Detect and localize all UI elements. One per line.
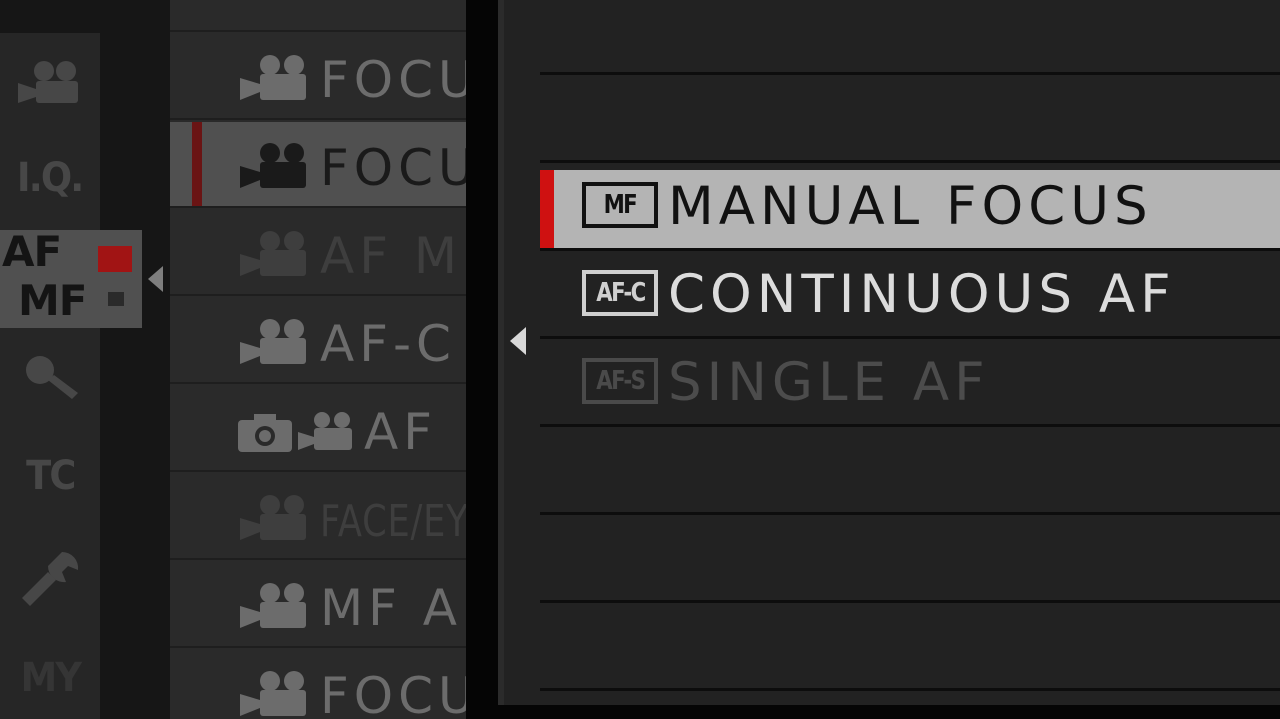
tab-mf-label: MF xyxy=(18,276,87,325)
option-label: SINGLE AF xyxy=(668,352,990,413)
menu-item-label: FOCU xyxy=(320,139,470,197)
tab-my-menu[interactable]: MY xyxy=(0,643,100,713)
movie-camera-icon xyxy=(240,231,306,276)
menu-item-label: AF M xyxy=(320,227,462,285)
option-manual-focus[interactable]: MF MANUAL FOCUS xyxy=(540,170,1280,248)
divider xyxy=(540,424,1280,427)
menu-item-selected[interactable]: FOCU xyxy=(170,122,470,208)
tab-movie[interactable] xyxy=(0,48,100,118)
page-indicator-inactive xyxy=(108,292,124,306)
bottom-bar xyxy=(466,705,1280,719)
option-continuous-af[interactable]: AF-C CONTINUOUS AF xyxy=(540,258,1280,336)
menu-item[interactable]: AF xyxy=(170,386,470,472)
submenu-pointer-arrow xyxy=(510,327,526,355)
panel-separator xyxy=(466,0,500,719)
menu-item-label: FOCU xyxy=(320,51,470,109)
menu-item: AF M xyxy=(170,210,470,296)
tab-timecode[interactable]: TC xyxy=(0,441,100,511)
divider xyxy=(540,248,1280,251)
tab-iq-label: I.Q. xyxy=(17,155,84,201)
camera-menu-screen: I.Q. TC MY AF MF FOCU FOCU AF M AF-C AF … xyxy=(0,0,1280,719)
menu-item: FACE/EYE xyxy=(170,474,470,560)
tab-image-quality[interactable]: I.Q. xyxy=(0,143,100,213)
divider xyxy=(540,336,1280,339)
tab-setup[interactable] xyxy=(0,538,100,618)
menu-item-label: FACE/EYE xyxy=(320,496,470,547)
menu-item[interactable]: FOCU xyxy=(170,34,470,120)
menu-item[interactable]: FOCU xyxy=(170,650,470,719)
option-label: CONTINUOUS AF xyxy=(668,264,1176,325)
menu-tab-strip: I.Q. TC MY xyxy=(0,33,100,719)
movie-camera-icon xyxy=(240,671,306,716)
page-indicator-active xyxy=(98,246,132,272)
tab-af-label: AF xyxy=(2,227,62,276)
movie-camera-icon xyxy=(240,319,306,364)
tab-af-mf[interactable]: AF MF xyxy=(0,227,142,328)
menu-list: FOCU FOCU AF M AF-C C xyxy=(170,0,470,719)
divider xyxy=(540,512,1280,515)
divider xyxy=(540,72,1280,75)
divider xyxy=(540,600,1280,603)
menu-item-partial-top xyxy=(170,0,470,32)
microphone-icon xyxy=(26,356,78,399)
movie-camera-icon xyxy=(18,61,78,103)
divider xyxy=(540,688,1280,691)
option-single-af: AF-S SINGLE AF xyxy=(540,346,1280,424)
divider xyxy=(540,160,1280,163)
menu-item-label: AF xyxy=(364,403,437,461)
focus-mode-submenu: MF MANUAL FOCUS AF-C CONTINUOUS AF AF-S … xyxy=(504,0,1280,705)
still-and-movie-camera-icon xyxy=(238,412,352,452)
option-label: MANUAL FOCUS xyxy=(668,176,1153,237)
movie-camera-icon xyxy=(240,495,306,540)
tab-my-label: MY xyxy=(20,655,81,701)
tab-tc-label: TC xyxy=(25,453,76,499)
movie-camera-icon xyxy=(240,583,306,628)
movie-camera-icon xyxy=(240,55,306,100)
tab-pointer-arrow xyxy=(148,266,163,292)
menu-item-label: FOCU xyxy=(320,667,470,719)
menu-item[interactable]: MF A xyxy=(170,562,470,648)
mf-icon: MF xyxy=(582,182,658,228)
menu-item-label: MF A xyxy=(320,579,462,637)
menu-item[interactable]: AF-C C xyxy=(170,298,470,384)
movie-camera-icon xyxy=(240,143,306,188)
af-s-icon: AF-S xyxy=(582,358,658,404)
af-c-icon: AF-C xyxy=(582,270,658,316)
menu-item-label: AF-C C xyxy=(320,315,470,373)
tab-audio[interactable] xyxy=(0,343,100,413)
wrench-icon xyxy=(22,551,79,606)
